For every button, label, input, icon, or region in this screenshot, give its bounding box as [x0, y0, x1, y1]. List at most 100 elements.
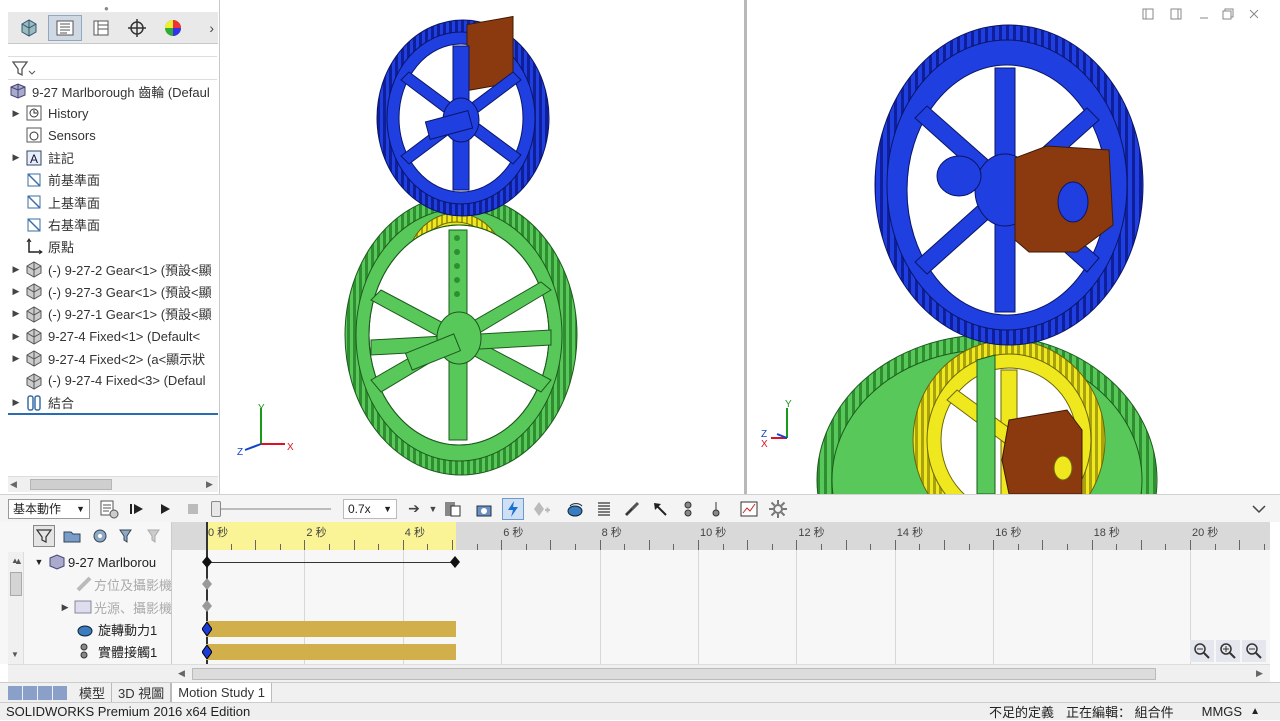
filter-icon[interactable] — [11, 60, 36, 81]
tab-configuration-manager-icon[interactable] — [120, 15, 154, 41]
play-from-start-icon[interactable] — [126, 498, 148, 520]
tree-item-top-plane[interactable]: 上基準面 — [8, 191, 218, 213]
motion-tree-rotary-motor[interactable]: 旋轉動力1 — [76, 618, 172, 640]
motion-tree-solid-contact[interactable]: 實體接觸1 — [76, 640, 172, 662]
expand-caret-icon[interactable]: ▶ — [8, 353, 24, 364]
tab-motion-study-1[interactable]: Motion Study 1 — [171, 682, 272, 703]
tree-item-sensors[interactable]: Sensors — [8, 124, 218, 146]
force-icon[interactable] — [649, 498, 671, 520]
tree-item-mates[interactable]: ▶ 結合 — [8, 392, 218, 414]
expand-caret-icon[interactable]: ▶ — [8, 152, 24, 163]
playback-mode-dropdown-icon[interactable]: ▼ — [428, 498, 438, 520]
playback-slider-thumb[interactable] — [211, 500, 221, 517]
tree-item-fixed-2[interactable]: ▶ 9-27-4 Fixed<2> (a<顯示狀 — [8, 347, 218, 369]
motion-tree-root[interactable]: ▼ 9-27 Marlborou — [30, 551, 172, 573]
filter-results-icon[interactable] — [117, 525, 139, 547]
tab-prev-icon[interactable] — [23, 685, 37, 700]
expand-caret-icon[interactable]: ▶ — [8, 397, 24, 408]
scroll-thumb[interactable] — [10, 572, 22, 596]
animation-wizard-icon[interactable] — [474, 498, 496, 520]
filter-selected-icon[interactable] — [89, 525, 111, 547]
viewport-restore-icon[interactable] — [1221, 8, 1235, 22]
expand-caret-icon[interactable]: ▶ — [8, 264, 24, 275]
units-dropdown-icon[interactable]: ▲ — [1250, 706, 1260, 717]
playback-slider[interactable] — [211, 499, 335, 519]
key-point-motor[interactable] — [201, 621, 213, 637]
viewport-minimize-icon[interactable] — [1197, 8, 1211, 22]
expand-caret-icon[interactable]: ▶ — [8, 308, 24, 319]
motor-icon[interactable] — [565, 498, 587, 520]
motor-timeline-bar[interactable] — [206, 621, 456, 637]
results-and-plots-icon[interactable] — [738, 498, 760, 520]
expand-caret-icon[interactable]: ▶ — [8, 108, 24, 119]
feature-tree-horizontal-scrollbar[interactable]: ◀ ▶ — [8, 476, 218, 492]
tree-root-assembly[interactable]: 9-27 Marlborough 齒輪 (Defaul — [8, 80, 218, 102]
tab-3d-views[interactable]: 3D 視圖 — [112, 682, 172, 703]
blue-gear[interactable] — [376, 15, 550, 217]
status-units[interactable]: MMGS — [1202, 704, 1242, 719]
viewport-tile-right-icon[interactable] — [1169, 8, 1183, 22]
motion-tree-vertical-scrollbar[interactable]: ▲ ▼ — [8, 552, 24, 664]
scroll-down-arrow-icon[interactable]: ▼ — [11, 650, 19, 659]
zoom-out-icon[interactable] — [1242, 640, 1266, 662]
scroll-right-arrow-icon[interactable]: ▶ — [1256, 668, 1263, 679]
save-animation-icon[interactable] — [441, 498, 463, 520]
gravity-icon[interactable] — [705, 498, 727, 520]
tree-item-right-plane[interactable]: 右基準面 — [8, 214, 218, 236]
expand-caret-icon[interactable]: ▶ — [8, 286, 24, 297]
tab-next-icon[interactable] — [38, 685, 52, 700]
playback-speed-select[interactable]: 0.7x ▼ — [343, 498, 397, 519]
stop-icon[interactable] — [182, 498, 204, 520]
motion-tree-lights-cameras[interactable]: ▶ 光源、攝影機 — [56, 596, 172, 618]
collapse-motion-manager-chevron-icon[interactable] — [1248, 498, 1270, 520]
tab-model[interactable]: 模型 — [73, 682, 113, 703]
key-point-end[interactable] — [450, 556, 460, 568]
tab-display-manager-icon[interactable] — [156, 15, 190, 41]
filter-disabled-icon[interactable] — [145, 525, 167, 547]
key-point-start[interactable] — [202, 556, 212, 568]
panel-grip[interactable]: ● — [104, 4, 116, 13]
tabs-expand-chevron-icon[interactable]: › — [209, 20, 214, 36]
tab-feature-tree-icon[interactable] — [48, 14, 82, 41]
scroll-left-arrow-icon[interactable]: ◀ — [10, 479, 17, 490]
filter-animated-icon[interactable] — [33, 525, 55, 547]
motion-tree-orientation-cameras[interactable]: 方位及攝影機 — [76, 573, 172, 595]
tree-item-history[interactable]: ▶ History — [8, 102, 218, 124]
scroll-right-arrow-icon[interactable]: ▶ — [206, 479, 213, 490]
damper-icon[interactable] — [621, 498, 643, 520]
tab-dimxpert-icon[interactable] — [12, 15, 46, 41]
playback-mode-icon[interactable]: ➔ — [403, 498, 425, 520]
contact-icon[interactable] — [677, 498, 699, 520]
blue-gear-right[interactable] — [874, 24, 1144, 346]
expand-caret-icon[interactable]: ▶ — [8, 331, 24, 342]
zoom-to-fit-icon[interactable] — [1190, 640, 1214, 662]
tree-item-gear-9-27-3[interactable]: ▶ (-) 9-27-3 Gear<1> (預設<顯 — [8, 280, 218, 302]
add-update-key-icon[interactable] — [530, 498, 552, 520]
motion-study-properties-gear-icon[interactable] — [767, 498, 789, 520]
tree-item-gear-9-27-1[interactable]: ▶ (-) 9-27-1 Gear<1> (預設<顯 — [8, 303, 218, 325]
collapse-caret-icon[interactable]: ▼ — [30, 557, 48, 567]
graphics-viewport-right[interactable]: Y X Z — [747, 0, 1280, 494]
scroll-left-arrow-icon[interactable]: ◀ — [178, 668, 185, 679]
contact-timeline-bar[interactable] — [206, 644, 456, 660]
key-point-orientation[interactable] — [202, 578, 212, 590]
tree-item-fixed-3[interactable]: (-) 9-27-4 Fixed<3> (Defaul — [8, 370, 218, 392]
tab-property-manager-icon[interactable] — [84, 15, 118, 41]
zoom-in-icon[interactable] — [1216, 640, 1240, 662]
key-point-lights[interactable] — [202, 600, 212, 612]
tree-item-front-plane[interactable]: 前基準面 — [8, 169, 218, 191]
tree-item-gear-9-27-2[interactable]: ▶ (-) 9-27-2 Gear<1> (預設<顯 — [8, 258, 218, 280]
play-icon[interactable] — [154, 498, 176, 520]
motion-timeline[interactable]: 0 秒 2 秒 4 秒 6 秒 8 秒 10 秒 12 秒 14 秒 16 秒 18 秒 20 秒 — [172, 522, 1270, 664]
viewport-close-icon[interactable] — [1247, 8, 1261, 22]
tree-item-annotations[interactable]: ▶ A 註記 — [8, 147, 218, 169]
green-gear[interactable] — [344, 194, 578, 476]
filter-driving-icon[interactable] — [61, 525, 83, 547]
tab-first-icon[interactable] — [8, 685, 22, 700]
key-point-contact[interactable] — [201, 644, 213, 660]
graphics-viewport-left[interactable]: Y X Z — [221, 0, 745, 494]
motion-tree-hscroll[interactable] — [8, 664, 172, 682]
time-bar[interactable] — [206, 522, 208, 664]
expand-caret-icon[interactable]: ▶ — [56, 602, 74, 613]
scroll-thumb[interactable] — [30, 479, 112, 490]
